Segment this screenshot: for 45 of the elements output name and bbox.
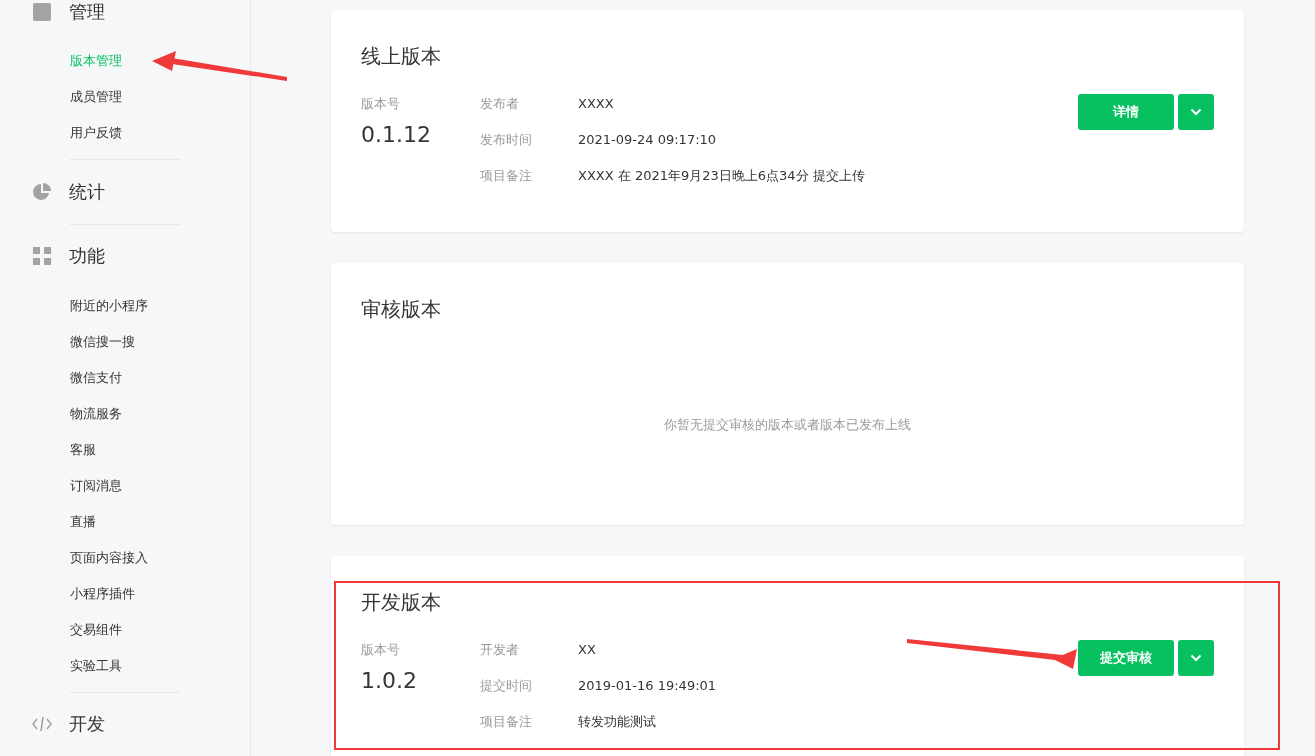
- sidebar-item[interactable]: 小程序插件: [70, 584, 135, 603]
- chevron-down-icon: [1190, 108, 1202, 116]
- sidebar-section-title[interactable]: 管理: [69, 0, 105, 24]
- field-value: XXXX: [578, 96, 614, 112]
- sidebar-item[interactable]: 用户反馈: [70, 124, 122, 143]
- field-label: 开发者: [480, 642, 520, 658]
- sidebar-section-title[interactable]: 开发: [69, 712, 105, 737]
- field-label: 项目备注: [480, 714, 533, 730]
- sidebar-item[interactable]: 微信支付: [70, 368, 122, 387]
- version-number: 1.0.2: [361, 668, 418, 693]
- field-value: XX: [578, 642, 596, 658]
- pie-chart-icon: [32, 181, 52, 202]
- sidebar-item[interactable]: 物流服务: [70, 404, 122, 423]
- version-label: 版本号: [361, 642, 401, 658]
- version-label: 版本号: [361, 96, 401, 112]
- field-value: 转发功能测试: [578, 714, 656, 730]
- sidebar-item[interactable]: 附近的小程序: [70, 296, 148, 315]
- sidebar-item[interactable]: 成员管理: [70, 88, 122, 107]
- sidebar-item[interactable]: 订阅消息: [70, 476, 122, 495]
- sidebar-item[interactable]: 客服: [70, 440, 96, 459]
- square-icon: [32, 1, 52, 22]
- empty-message: 你暂无提交审核的版本或者版本已发布上线: [664, 416, 911, 434]
- field-label: 发布者: [480, 96, 520, 112]
- grid-icon: [32, 246, 52, 267]
- sidebar-item[interactable]: 直播: [70, 512, 96, 531]
- field-value: XXXX 在 2021年9月23日晚上6点34分 提交上传: [578, 168, 865, 184]
- card-title: 线上版本: [361, 43, 442, 70]
- sidebar-item[interactable]: 微信搜一搜: [70, 332, 135, 351]
- field-value: 2019-01-16 19:49:01: [578, 678, 717, 694]
- sidebar-section-title[interactable]: 功能: [69, 244, 105, 269]
- version-number: 0.1.12: [361, 122, 432, 147]
- field-label: 发布时间: [480, 132, 533, 148]
- sidebar-section-title[interactable]: 统计: [69, 179, 105, 204]
- sidebar-item[interactable]: 实验工具: [70, 656, 122, 675]
- dropdown-button[interactable]: [1178, 94, 1214, 130]
- card-title: 开发版本: [361, 589, 442, 616]
- field-label: 项目备注: [480, 168, 533, 184]
- code-icon: [32, 716, 52, 733]
- dropdown-button[interactable]: [1178, 640, 1214, 676]
- chevron-down-icon: [1190, 654, 1202, 662]
- card-title: 审核版本: [361, 296, 442, 323]
- field-value: 2021-09-24 09:17:10: [578, 132, 717, 148]
- sidebar-item[interactable]: 页面内容接入: [70, 548, 148, 567]
- sidebar-item[interactable]: 交易组件: [70, 620, 122, 639]
- field-label: 提交时间: [480, 678, 533, 694]
